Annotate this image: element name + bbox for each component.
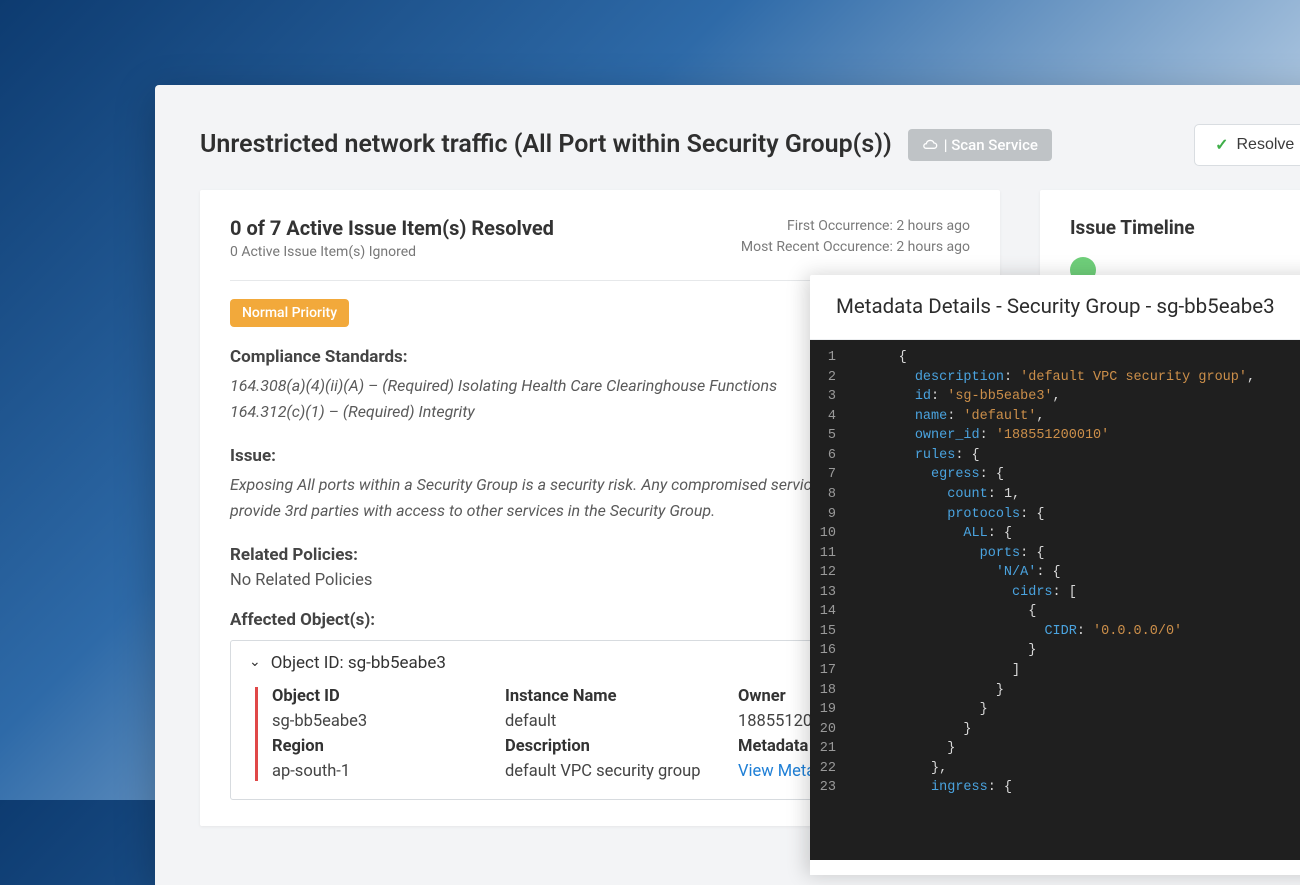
line-number: 5 bbox=[810, 426, 850, 446]
line-number: 9 bbox=[810, 505, 850, 525]
code-line: 22 }, bbox=[810, 759, 1300, 779]
code-line: 15 CIDR: '0.0.0.0/0' bbox=[810, 622, 1300, 642]
label-description: Description bbox=[505, 737, 718, 756]
code-line: 17 ] bbox=[810, 661, 1300, 681]
chevron-down-icon: ⌄ bbox=[249, 654, 261, 670]
line-number: 17 bbox=[810, 661, 850, 681]
label-region: Region bbox=[272, 737, 485, 756]
line-content: cidrs: [ bbox=[850, 583, 1077, 603]
line-number: 4 bbox=[810, 407, 850, 427]
code-line: 5 owner_id: '188551200010' bbox=[810, 426, 1300, 446]
metadata-panel-title: Metadata Details - Security Group - sg-b… bbox=[810, 275, 1300, 340]
code-line: 7 egress: { bbox=[810, 465, 1300, 485]
line-content: egress: { bbox=[850, 465, 1004, 485]
metadata-code-viewer[interactable]: 1 {2 description: 'default VPC security … bbox=[810, 340, 1300, 860]
line-number: 22 bbox=[810, 759, 850, 779]
scan-service-label: | Scan Service bbox=[944, 136, 1038, 154]
label-object-id: Object ID bbox=[272, 687, 485, 706]
object-header-label: Object ID: sg-bb5eabe3 bbox=[271, 653, 446, 673]
resolve-issue-button[interactable]: ✓ Resolve Issue bbox=[1194, 124, 1300, 166]
line-number: 19 bbox=[810, 700, 850, 720]
code-line: 1 { bbox=[810, 348, 1300, 368]
code-line: 9 protocols: { bbox=[810, 505, 1300, 525]
resolved-count-title: 0 of 7 Active Issue Item(s) Resolved bbox=[230, 216, 554, 240]
line-number: 14 bbox=[810, 602, 850, 622]
line-content: ports: { bbox=[850, 544, 1044, 564]
resolve-issue-label: Resolve Issue bbox=[1237, 136, 1300, 154]
line-number: 11 bbox=[810, 544, 850, 564]
code-line: 14 { bbox=[810, 602, 1300, 622]
code-line: 19 } bbox=[810, 700, 1300, 720]
code-line: 13 cidrs: [ bbox=[810, 583, 1300, 603]
line-content: } bbox=[850, 681, 1004, 701]
line-number: 23 bbox=[810, 778, 850, 798]
page-header: Unrestricted network traffic (All Port w… bbox=[155, 85, 1300, 190]
line-number: 12 bbox=[810, 563, 850, 583]
line-content: owner_id: '188551200010' bbox=[850, 426, 1109, 446]
line-number: 7 bbox=[810, 465, 850, 485]
line-number: 8 bbox=[810, 485, 850, 505]
cloud-icon bbox=[922, 139, 938, 151]
line-content: { bbox=[850, 348, 907, 368]
line-content: ALL: { bbox=[850, 524, 1012, 544]
code-line: 18 } bbox=[810, 681, 1300, 701]
code-line: 21 } bbox=[810, 739, 1300, 759]
code-line: 8 count: 1, bbox=[810, 485, 1300, 505]
code-line: 2 description: 'default VPC security gro… bbox=[810, 368, 1300, 388]
value-instance-name: default bbox=[505, 712, 718, 731]
value-region: ap-south-1 bbox=[272, 762, 485, 781]
value-object-id: sg-bb5eabe3 bbox=[272, 712, 485, 731]
line-content: CIDR: '0.0.0.0/0' bbox=[850, 622, 1182, 642]
line-number: 18 bbox=[810, 681, 850, 701]
line-content: ] bbox=[850, 661, 1020, 681]
recent-occurrence: Most Recent Occurence: 2 hours ago bbox=[741, 237, 970, 258]
metadata-details-panel: Metadata Details - Security Group - sg-b… bbox=[810, 275, 1300, 875]
line-number: 10 bbox=[810, 524, 850, 544]
line-number: 20 bbox=[810, 720, 850, 740]
line-content: } bbox=[850, 641, 1036, 661]
check-icon: ✓ bbox=[1215, 135, 1228, 155]
occurrence-block: First Occurrence: 2 hours ago Most Recen… bbox=[741, 216, 970, 258]
line-content: description: 'default VPC security group… bbox=[850, 368, 1255, 388]
line-content: } bbox=[850, 700, 988, 720]
priority-badge: Normal Priority bbox=[230, 299, 349, 327]
line-content: rules: { bbox=[850, 446, 980, 466]
line-number: 1 bbox=[810, 348, 850, 368]
line-number: 3 bbox=[810, 387, 850, 407]
code-line: 4 name: 'default', bbox=[810, 407, 1300, 427]
code-line: 23 ingress: { bbox=[810, 778, 1300, 798]
line-content: { bbox=[850, 602, 1036, 622]
code-line: 20 } bbox=[810, 720, 1300, 740]
scan-service-badge[interactable]: | Scan Service bbox=[908, 129, 1052, 161]
line-content: name: 'default', bbox=[850, 407, 1044, 427]
line-number: 16 bbox=[810, 641, 850, 661]
issue-timeline-title: Issue Timeline bbox=[1070, 216, 1300, 239]
value-description: default VPC security group bbox=[505, 762, 718, 781]
line-content: 'N/A': { bbox=[850, 563, 1061, 583]
code-line: 6 rules: { bbox=[810, 446, 1300, 466]
line-content: id: 'sg-bb5eabe3', bbox=[850, 387, 1061, 407]
code-line: 3 id: 'sg-bb5eabe3', bbox=[810, 387, 1300, 407]
line-content: count: 1, bbox=[850, 485, 1020, 505]
first-occurrence: First Occurrence: 2 hours ago bbox=[741, 216, 970, 237]
code-line: 11 ports: { bbox=[810, 544, 1300, 564]
line-number: 6 bbox=[810, 446, 850, 466]
ignored-count-sub: 0 Active Issue Item(s) Ignored bbox=[230, 244, 554, 260]
code-line: 16 } bbox=[810, 641, 1300, 661]
line-content: ingress: { bbox=[850, 778, 1012, 798]
line-content: } bbox=[850, 739, 955, 759]
line-content: } bbox=[850, 720, 972, 740]
code-line: 12 'N/A': { bbox=[810, 563, 1300, 583]
line-content: }, bbox=[850, 759, 947, 779]
line-number: 21 bbox=[810, 739, 850, 759]
line-number: 15 bbox=[810, 622, 850, 642]
label-instance-name: Instance Name bbox=[505, 687, 718, 706]
page-title: Unrestricted network traffic (All Port w… bbox=[200, 130, 892, 159]
code-line: 10 ALL: { bbox=[810, 524, 1300, 544]
line-number: 2 bbox=[810, 368, 850, 388]
line-content: protocols: { bbox=[850, 505, 1044, 525]
line-number: 13 bbox=[810, 583, 850, 603]
